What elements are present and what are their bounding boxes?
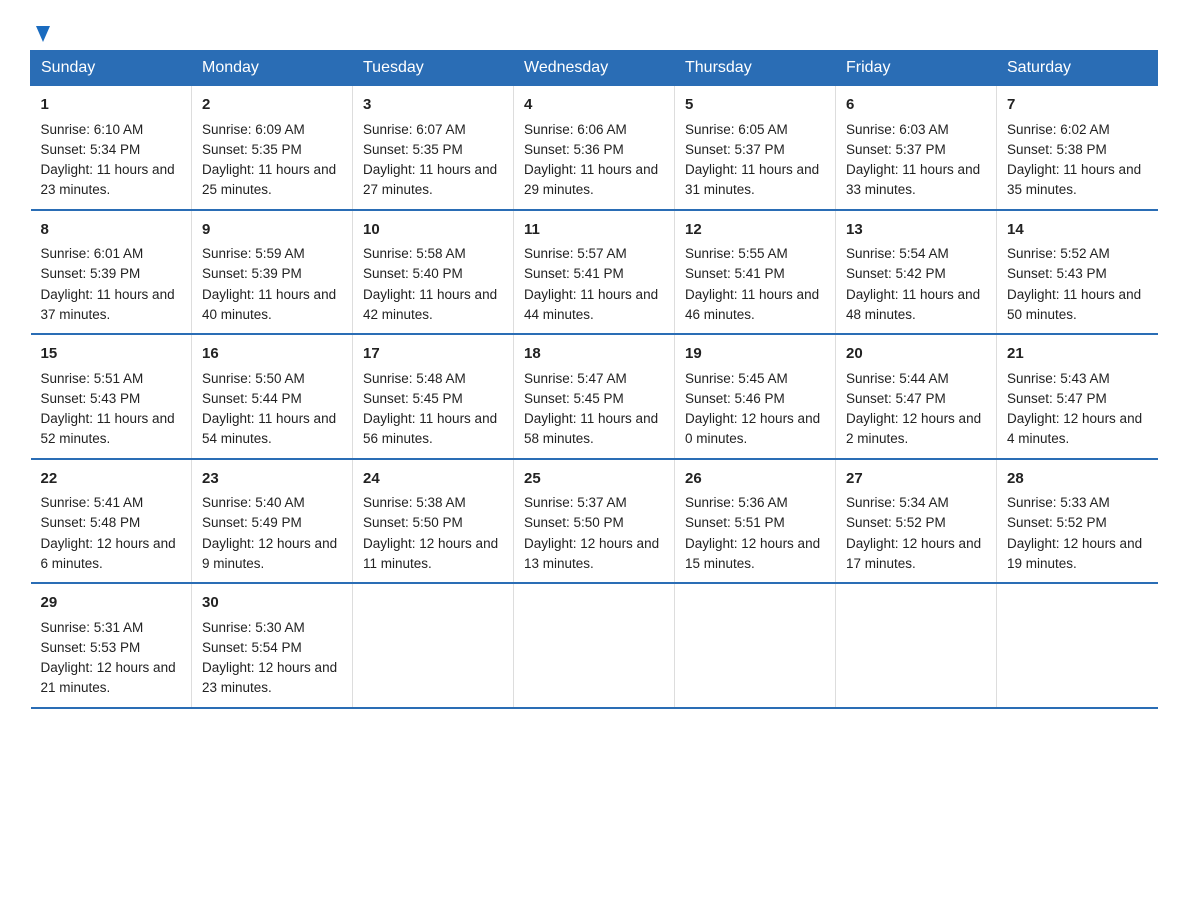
- day-cell: 22Sunrise: 5:41 AMSunset: 5:48 PMDayligh…: [31, 459, 192, 584]
- day-cell: 18Sunrise: 5:47 AMSunset: 5:45 PMDayligh…: [514, 334, 675, 459]
- week-row-5: 29Sunrise: 5:31 AMSunset: 5:53 PMDayligh…: [31, 583, 1158, 708]
- calendar-table: SundayMondayTuesdayWednesdayThursdayFrid…: [30, 50, 1158, 709]
- day-cell: 13Sunrise: 5:54 AMSunset: 5:42 PMDayligh…: [836, 210, 997, 335]
- col-header-thursday: Thursday: [675, 51, 836, 86]
- day-number: 11: [524, 219, 664, 242]
- col-header-tuesday: Tuesday: [353, 51, 514, 86]
- page-header: [30, 20, 1158, 38]
- week-row-3: 15Sunrise: 5:51 AMSunset: 5:43 PMDayligh…: [31, 334, 1158, 459]
- col-header-monday: Monday: [192, 51, 353, 86]
- day-number: 10: [363, 219, 503, 242]
- day-number: 30: [202, 592, 342, 615]
- day-number: 17: [363, 343, 503, 366]
- day-cell: 20Sunrise: 5:44 AMSunset: 5:47 PMDayligh…: [836, 334, 997, 459]
- logo-triangle-icon: [32, 22, 54, 44]
- day-number: 6: [846, 94, 986, 117]
- day-cell: [353, 583, 514, 708]
- week-row-2: 8Sunrise: 6:01 AMSunset: 5:39 PMDaylight…: [31, 210, 1158, 335]
- day-cell: [997, 583, 1158, 708]
- logo: [30, 20, 54, 38]
- day-number: 4: [524, 94, 664, 117]
- col-header-friday: Friday: [836, 51, 997, 86]
- day-cell: 30Sunrise: 5:30 AMSunset: 5:54 PMDayligh…: [192, 583, 353, 708]
- day-number: 27: [846, 468, 986, 491]
- day-number: 20: [846, 343, 986, 366]
- day-cell: 28Sunrise: 5:33 AMSunset: 5:52 PMDayligh…: [997, 459, 1158, 584]
- day-cell: 10Sunrise: 5:58 AMSunset: 5:40 PMDayligh…: [353, 210, 514, 335]
- day-number: 15: [41, 343, 182, 366]
- day-cell: 9Sunrise: 5:59 AMSunset: 5:39 PMDaylight…: [192, 210, 353, 335]
- day-cell: 23Sunrise: 5:40 AMSunset: 5:49 PMDayligh…: [192, 459, 353, 584]
- day-number: 22: [41, 468, 182, 491]
- day-cell: 5Sunrise: 6:05 AMSunset: 5:37 PMDaylight…: [675, 86, 836, 210]
- day-cell: 15Sunrise: 5:51 AMSunset: 5:43 PMDayligh…: [31, 334, 192, 459]
- day-cell: 11Sunrise: 5:57 AMSunset: 5:41 PMDayligh…: [514, 210, 675, 335]
- calendar-header-row: SundayMondayTuesdayWednesdayThursdayFrid…: [31, 51, 1158, 86]
- day-cell: [514, 583, 675, 708]
- day-number: 1: [41, 94, 182, 117]
- day-number: 19: [685, 343, 825, 366]
- week-row-4: 22Sunrise: 5:41 AMSunset: 5:48 PMDayligh…: [31, 459, 1158, 584]
- day-number: 29: [41, 592, 182, 615]
- day-number: 28: [1007, 468, 1148, 491]
- day-number: 26: [685, 468, 825, 491]
- day-number: 21: [1007, 343, 1148, 366]
- day-number: 12: [685, 219, 825, 242]
- day-number: 25: [524, 468, 664, 491]
- day-number: 18: [524, 343, 664, 366]
- day-cell: 2Sunrise: 6:09 AMSunset: 5:35 PMDaylight…: [192, 86, 353, 210]
- day-cell: [675, 583, 836, 708]
- day-cell: 12Sunrise: 5:55 AMSunset: 5:41 PMDayligh…: [675, 210, 836, 335]
- day-cell: 7Sunrise: 6:02 AMSunset: 5:38 PMDaylight…: [997, 86, 1158, 210]
- day-cell: 16Sunrise: 5:50 AMSunset: 5:44 PMDayligh…: [192, 334, 353, 459]
- col-header-sunday: Sunday: [31, 51, 192, 86]
- day-number: 9: [202, 219, 342, 242]
- day-cell: 8Sunrise: 6:01 AMSunset: 5:39 PMDaylight…: [31, 210, 192, 335]
- day-number: 3: [363, 94, 503, 117]
- day-cell: 1Sunrise: 6:10 AMSunset: 5:34 PMDaylight…: [31, 86, 192, 210]
- day-cell: 19Sunrise: 5:45 AMSunset: 5:46 PMDayligh…: [675, 334, 836, 459]
- day-cell: 25Sunrise: 5:37 AMSunset: 5:50 PMDayligh…: [514, 459, 675, 584]
- day-cell: 3Sunrise: 6:07 AMSunset: 5:35 PMDaylight…: [353, 86, 514, 210]
- day-cell: [836, 583, 997, 708]
- week-row-1: 1Sunrise: 6:10 AMSunset: 5:34 PMDaylight…: [31, 86, 1158, 210]
- day-number: 13: [846, 219, 986, 242]
- day-number: 2: [202, 94, 342, 117]
- day-cell: 29Sunrise: 5:31 AMSunset: 5:53 PMDayligh…: [31, 583, 192, 708]
- day-cell: 21Sunrise: 5:43 AMSunset: 5:47 PMDayligh…: [997, 334, 1158, 459]
- day-number: 5: [685, 94, 825, 117]
- day-cell: 24Sunrise: 5:38 AMSunset: 5:50 PMDayligh…: [353, 459, 514, 584]
- day-number: 23: [202, 468, 342, 491]
- col-header-wednesday: Wednesday: [514, 51, 675, 86]
- day-number: 14: [1007, 219, 1148, 242]
- day-number: 16: [202, 343, 342, 366]
- day-number: 7: [1007, 94, 1148, 117]
- day-cell: 26Sunrise: 5:36 AMSunset: 5:51 PMDayligh…: [675, 459, 836, 584]
- day-cell: 14Sunrise: 5:52 AMSunset: 5:43 PMDayligh…: [997, 210, 1158, 335]
- day-cell: 4Sunrise: 6:06 AMSunset: 5:36 PMDaylight…: [514, 86, 675, 210]
- day-cell: 17Sunrise: 5:48 AMSunset: 5:45 PMDayligh…: [353, 334, 514, 459]
- col-header-saturday: Saturday: [997, 51, 1158, 86]
- day-number: 8: [41, 219, 182, 242]
- day-cell: 27Sunrise: 5:34 AMSunset: 5:52 PMDayligh…: [836, 459, 997, 584]
- day-number: 24: [363, 468, 503, 491]
- day-cell: 6Sunrise: 6:03 AMSunset: 5:37 PMDaylight…: [836, 86, 997, 210]
